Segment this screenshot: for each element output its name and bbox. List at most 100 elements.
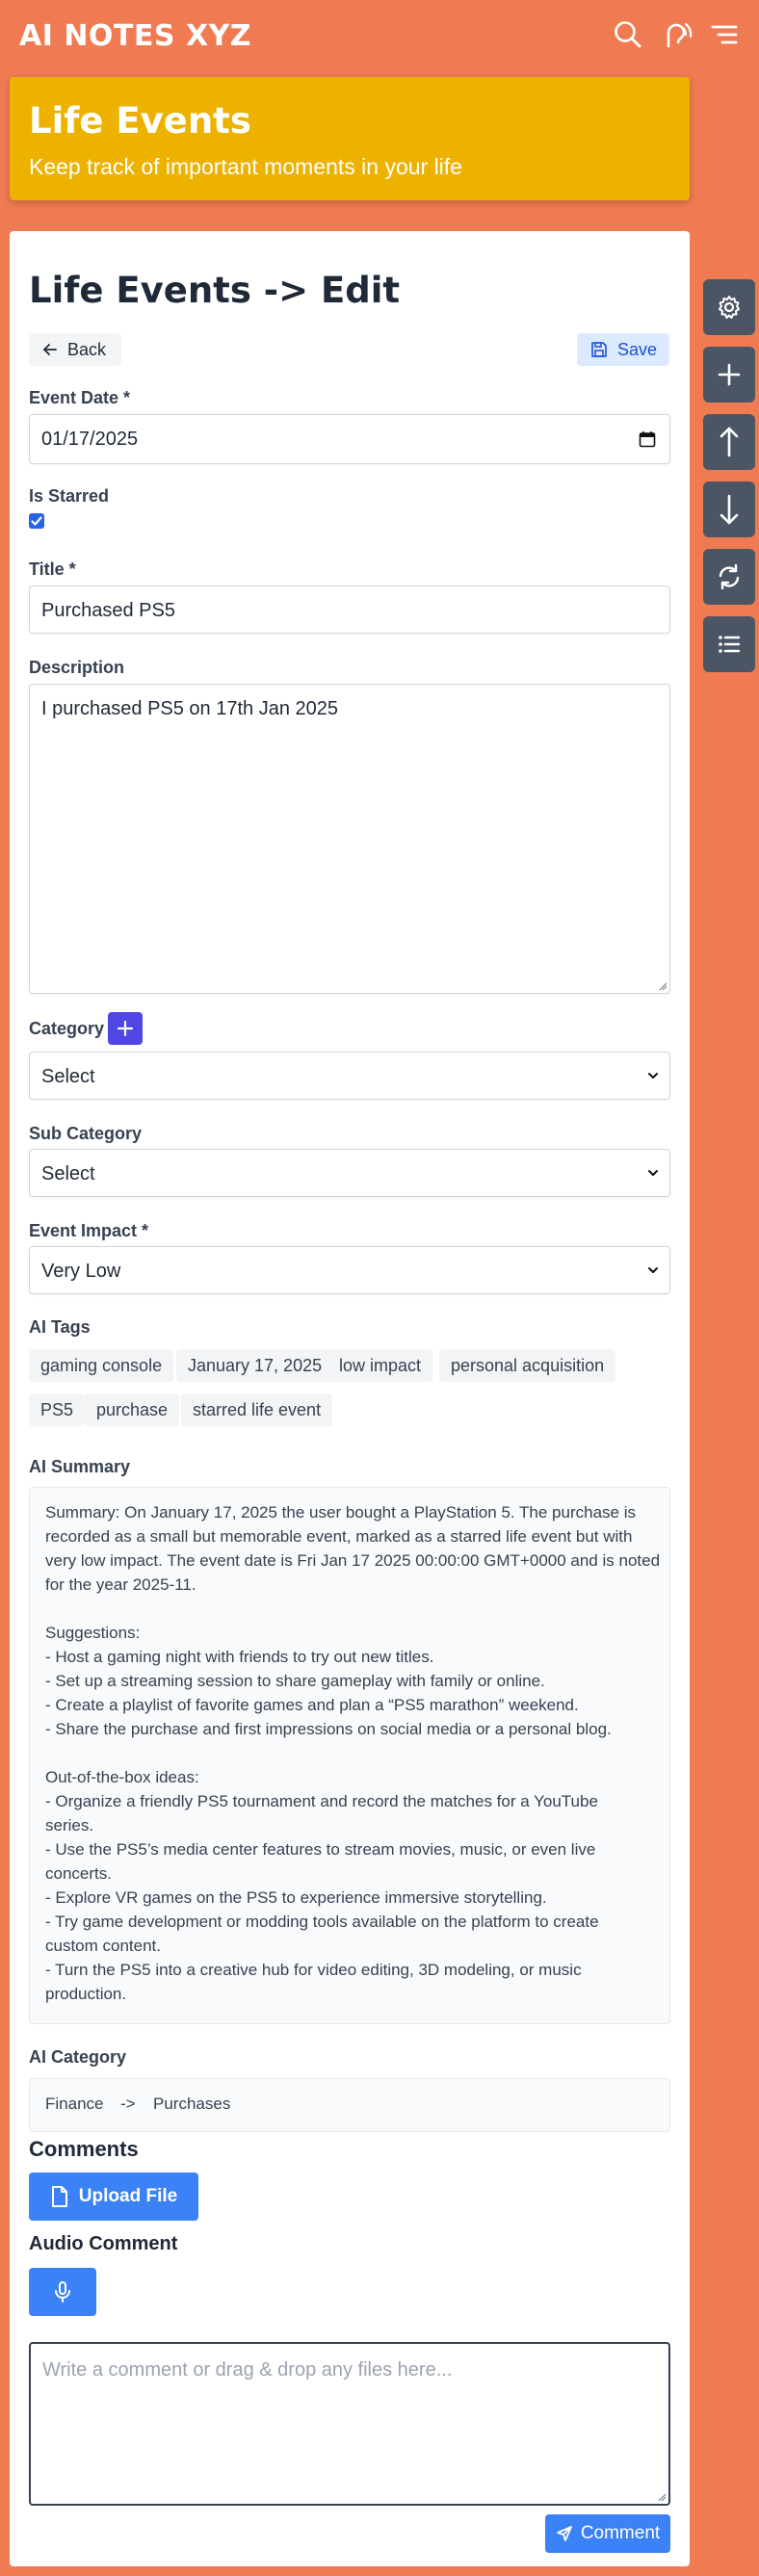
- description-value: I purchased PS5 on 17th Jan 2025: [41, 698, 339, 719]
- list-button[interactable]: [703, 616, 755, 672]
- event-date-label: Event Date *: [29, 388, 131, 407]
- chevron-down-icon: [648, 1267, 658, 1273]
- scroll-top-button[interactable]: [703, 414, 755, 470]
- summary-line: - Try game development or modding tools …: [45, 1912, 599, 1931]
- arrow-down-icon: [720, 494, 739, 525]
- ai-tags-label: AI Tags: [29, 1317, 91, 1337]
- summary-line: very low impact. The event date is Fri J…: [45, 1551, 661, 1570]
- summary-line: - Turn the PS5 into a creative hub for v…: [45, 1961, 582, 1979]
- upload-file-label: Upload File: [78, 2186, 178, 2206]
- comment-textarea[interactable]: Write a comment or drag & drop any files…: [29, 2342, 670, 2506]
- event-date-input[interactable]: 01/17/2025: [29, 414, 670, 464]
- ai-category-label: AI Category: [29, 2047, 127, 2067]
- comments-heading: Comments: [29, 2137, 139, 2161]
- banner-title: Life Events: [29, 100, 251, 142]
- arrow-up-icon: [720, 427, 739, 457]
- ai-summary-box: Summary: On January 17, 2025 the user bo…: [29, 1487, 670, 2024]
- description-textarea[interactable]: I purchased PS5 on 17th Jan 2025: [29, 684, 670, 994]
- arrow-left-icon: [43, 344, 57, 355]
- page-title: Life Events -> Edit: [29, 270, 401, 311]
- event-impact-value: Very Low: [41, 1261, 121, 1282]
- summary-line: Suggestions:: [45, 1624, 141, 1642]
- plus-icon: [117, 1020, 134, 1037]
- submit-comment-button[interactable]: Comment: [545, 2514, 670, 2553]
- back-button[interactable]: Back: [29, 333, 121, 366]
- summary-line: - Create a playlist of favorite games an…: [45, 1696, 579, 1714]
- record-audio-button[interactable]: [29, 2268, 96, 2316]
- voice-icon[interactable]: [659, 17, 694, 52]
- event-impact-select[interactable]: Very Low: [29, 1246, 670, 1294]
- settings-icon: [719, 296, 740, 319]
- app-title[interactable]: AI NOTES XYZ: [19, 19, 251, 53]
- ai-sub-category-value: Purchases: [153, 2095, 231, 2113]
- submit-comment-label: Comment: [580, 2523, 661, 2543]
- save-label: Save: [617, 339, 658, 359]
- search-icon[interactable]: [611, 17, 645, 52]
- plus-icon: [718, 363, 741, 386]
- save-button[interactable]: Save: [577, 333, 669, 366]
- resize-grip-icon[interactable]: [658, 981, 667, 991]
- file-icon: [51, 2186, 67, 2207]
- tag-chip[interactable]: January 17, 2025: [176, 1349, 334, 1382]
- menu-icon[interactable]: [707, 17, 742, 52]
- tag-chip[interactable]: starred life event: [181, 1393, 333, 1426]
- category-value: Select: [41, 1066, 95, 1087]
- list-icon: [719, 636, 741, 653]
- tag-chip[interactable]: personal acquisition: [439, 1349, 616, 1382]
- resize-grip-icon[interactable]: [657, 2492, 667, 2502]
- summary-line: - Host a gaming night with friends to tr…: [45, 1648, 434, 1666]
- page-banner: Life Events Keep track of important mome…: [10, 77, 690, 200]
- audio-comment-heading: Audio Comment: [29, 2233, 178, 2254]
- ai-category-value: Finance: [45, 2095, 104, 2113]
- summary-line: - Explore VR games on the PS5 to experie…: [45, 1888, 547, 1907]
- event-impact-label: Event Impact *: [29, 1221, 149, 1240]
- event-date-value: 01/17/2025: [41, 429, 139, 450]
- category-select[interactable]: Select: [29, 1052, 670, 1100]
- back-label: Back: [67, 339, 107, 359]
- summary-line: for the year 2025-11.: [45, 1575, 196, 1594]
- send-icon: [556, 2526, 572, 2541]
- summary-line: production.: [45, 1985, 127, 2003]
- tag-chip[interactable]: low impact: [327, 1349, 433, 1382]
- banner-subtitle: Keep track of important moments in your …: [29, 154, 462, 179]
- sub-category-value: Select: [41, 1163, 95, 1184]
- summary-line: Summary: On January 17, 2025 the user bo…: [45, 1503, 636, 1522]
- tag-chip[interactable]: gaming console: [29, 1349, 174, 1382]
- upload-file-button[interactable]: Upload File: [29, 2173, 198, 2221]
- sub-category-select[interactable]: Select: [29, 1149, 670, 1197]
- is-starred-label: Is Starred: [29, 486, 110, 506]
- summary-line: - Use the PS5’s media center features to…: [45, 1840, 596, 1859]
- tag-chip[interactable]: PS5: [29, 1393, 86, 1426]
- category-label: Category: [29, 1019, 105, 1038]
- summary-line: - Set up a streaming session to share ga…: [45, 1672, 545, 1690]
- refresh-icon: [719, 563, 740, 590]
- calendar-icon[interactable]: [639, 430, 656, 448]
- sub-category-label: Sub Category: [29, 1124, 143, 1143]
- comment-placeholder: Write a comment or drag & drop any files…: [42, 2359, 453, 2381]
- save-icon: [591, 342, 607, 357]
- description-label: Description: [29, 658, 125, 677]
- summary-line: Out-of-the-box ideas:: [45, 1768, 199, 1786]
- summary-line: - Share the purchase and first impressio…: [45, 1720, 612, 1738]
- add-category-button[interactable]: [108, 1012, 143, 1045]
- title-value: Purchased PS5: [41, 600, 175, 621]
- chevron-down-icon: [648, 1073, 658, 1079]
- title-input[interactable]: Purchased PS5: [29, 585, 670, 634]
- is-starred-checkbox[interactable]: [29, 513, 44, 529]
- summary-line: concerts.: [45, 1864, 112, 1883]
- add-button[interactable]: [703, 347, 755, 403]
- scroll-bottom-button[interactable]: [703, 481, 755, 537]
- refresh-button[interactable]: [703, 549, 755, 605]
- microphone-icon: [55, 2281, 70, 2303]
- ai-summary-label: AI Summary: [29, 1457, 131, 1476]
- check-icon: [31, 516, 42, 526]
- summary-line: series.: [45, 1816, 94, 1834]
- ai-category-box: Finance -> Purchases: [29, 2078, 670, 2132]
- summary-line: custom content.: [45, 1937, 162, 1955]
- summary-line: recorded as a small but memorable event,…: [45, 1527, 633, 1546]
- settings-button[interactable]: [703, 279, 755, 335]
- ai-category-separator: ->: [120, 2095, 136, 2113]
- title-label: Title *: [29, 559, 76, 579]
- chevron-down-icon: [648, 1170, 658, 1176]
- tag-chip[interactable]: purchase: [85, 1393, 180, 1426]
